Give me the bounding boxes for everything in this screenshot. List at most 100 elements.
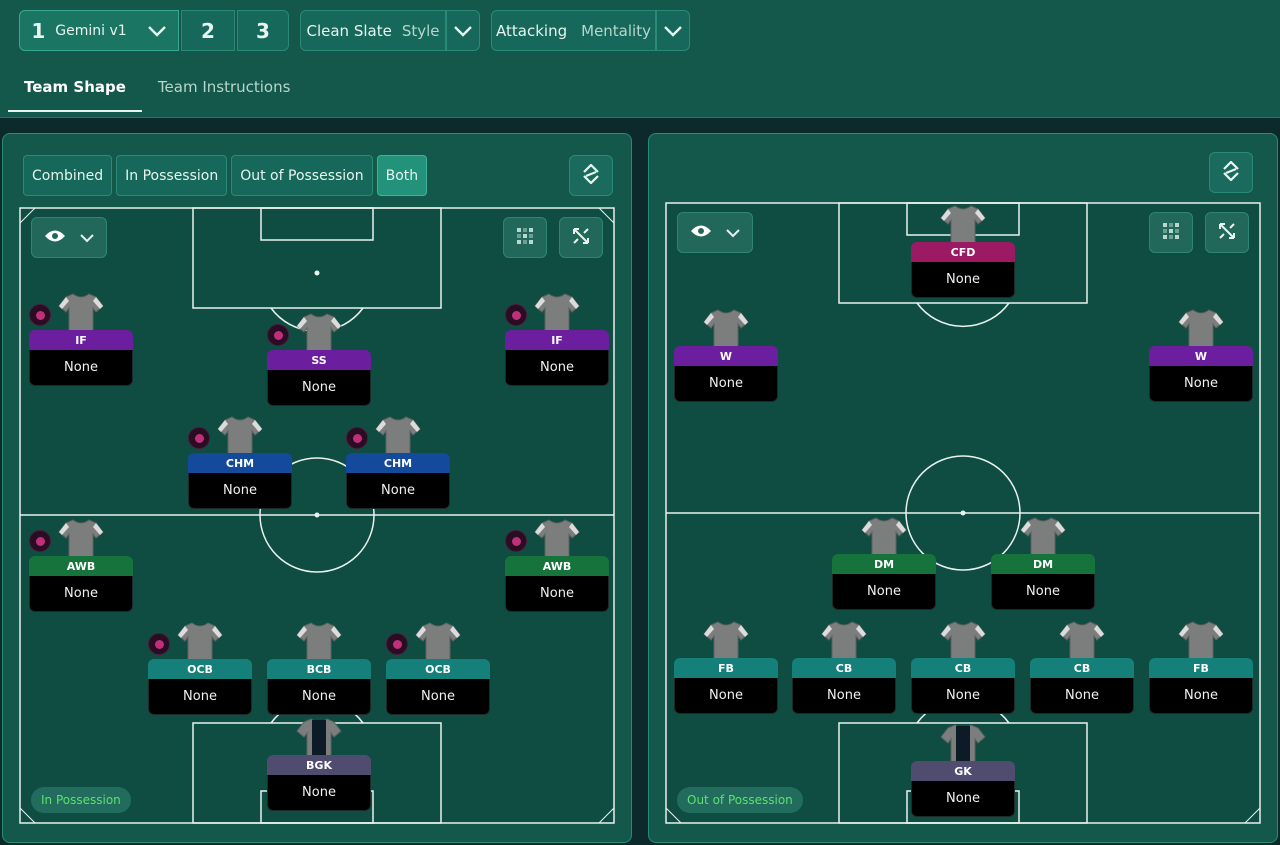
tactics-tabs: Team Shape Team Instructions bbox=[8, 62, 306, 112]
player-name: None bbox=[148, 679, 252, 715]
tactic-slots: 1 Gemini v1 2 3 bbox=[19, 10, 289, 51]
visibility-dropdown[interactable] bbox=[677, 212, 753, 253]
role-tag: AWB bbox=[29, 556, 133, 576]
player-slot[interactable]: W None bbox=[674, 308, 778, 407]
mentality-select[interactable]: Attacking Mentality bbox=[491, 10, 656, 51]
player-slot[interactable]: BCB None bbox=[267, 621, 371, 720]
player-slot[interactable]: FB None bbox=[1149, 620, 1253, 719]
player-name: None bbox=[911, 781, 1015, 817]
player-name: None bbox=[505, 576, 609, 612]
player-name: None bbox=[911, 678, 1015, 714]
role-tag: BGK bbox=[267, 755, 371, 775]
player-slot[interactable]: DM None bbox=[832, 516, 936, 615]
out-of-possession-panel: CFD None W None W None DM None DM None F… bbox=[648, 133, 1278, 843]
grid-icon bbox=[1162, 222, 1180, 244]
mode-label: Out of Possession bbox=[677, 787, 803, 813]
tactic-slot-1-name: Gemini v1 bbox=[55, 22, 127, 39]
player-name: None bbox=[792, 678, 896, 714]
shirt-icon bbox=[940, 620, 986, 660]
player-name: None bbox=[505, 350, 609, 386]
player-slot[interactable]: OCB None bbox=[386, 621, 490, 720]
player-slot[interactable]: FB None bbox=[674, 620, 778, 719]
role-tag: AWB bbox=[505, 556, 609, 576]
player-slot[interactable]: GK None bbox=[911, 723, 1015, 822]
shirt-icon bbox=[861, 516, 907, 556]
swap-icon bbox=[1221, 159, 1241, 185]
player-slot[interactable]: CHM None bbox=[346, 415, 450, 514]
shirt-icon bbox=[1178, 620, 1224, 660]
player-name: None bbox=[991, 574, 1095, 610]
player-slot[interactable]: OCB None bbox=[148, 621, 252, 720]
mode-label: In Possession bbox=[31, 787, 131, 813]
player-name: None bbox=[29, 350, 133, 386]
style-select[interactable]: Clean Slate Style bbox=[300, 10, 446, 51]
view-both-button[interactable]: Both bbox=[376, 155, 428, 196]
tactic-slot-1[interactable]: 1 Gemini v1 bbox=[19, 10, 179, 51]
mentality-chevron-button[interactable] bbox=[656, 10, 690, 51]
role-tag: CHM bbox=[188, 453, 292, 473]
player-slot[interactable]: CB None bbox=[792, 620, 896, 719]
player-name: None bbox=[1149, 678, 1253, 714]
player-badge-icon bbox=[188, 427, 210, 449]
style-value: Clean Slate bbox=[306, 21, 392, 40]
style-dropdown[interactable]: Clean Slate Style bbox=[300, 10, 480, 51]
grid-view-button[interactable] bbox=[503, 217, 547, 258]
player-name: None bbox=[267, 370, 371, 406]
role-tag: DM bbox=[991, 554, 1095, 574]
visibility-dropdown[interactable] bbox=[31, 217, 107, 258]
player-slot[interactable]: CHM None bbox=[188, 415, 292, 514]
shirt-icon bbox=[415, 621, 461, 661]
expand-button[interactable] bbox=[1205, 212, 1249, 253]
player-name: None bbox=[29, 576, 133, 612]
player-slot[interactable]: BGK None bbox=[267, 717, 371, 816]
shirt-icon bbox=[534, 518, 580, 558]
shirt-icon bbox=[703, 308, 749, 348]
mentality-dropdown[interactable]: Attacking Mentality bbox=[491, 10, 690, 51]
tactic-slot-3[interactable]: 3 bbox=[237, 10, 289, 51]
pitch-out-of-possession: CFD None W None W None DM None DM None F… bbox=[665, 202, 1261, 824]
tactic-slot-2[interactable]: 2 bbox=[181, 10, 235, 51]
eye-icon bbox=[44, 228, 66, 247]
view-out-of-possession-button[interactable]: Out of Possession bbox=[231, 155, 373, 196]
shirt-icon bbox=[703, 620, 749, 660]
view-combined-button[interactable]: Combined bbox=[23, 155, 113, 196]
chevron-down-icon[interactable] bbox=[147, 25, 167, 37]
player-slot[interactable]: CFD None bbox=[911, 204, 1015, 303]
role-tag: FB bbox=[674, 658, 778, 678]
shirt-icon bbox=[296, 621, 342, 661]
in-possession-panel: Combined In Possession Out of Possession… bbox=[2, 133, 632, 843]
player-slot[interactable]: CB None bbox=[1030, 620, 1134, 719]
player-slot[interactable]: AWB None bbox=[29, 518, 133, 617]
view-in-possession-button[interactable]: In Possession bbox=[116, 155, 228, 196]
style-chevron-button[interactable] bbox=[446, 10, 480, 51]
tactic-slot-3-number: 3 bbox=[256, 18, 270, 43]
tab-team-instructions[interactable]: Team Instructions bbox=[142, 62, 307, 112]
player-slot[interactable]: SS None bbox=[267, 312, 371, 411]
player-slot[interactable]: W None bbox=[1149, 308, 1253, 407]
tactic-slot-2-number: 2 bbox=[201, 18, 215, 43]
grid-view-button[interactable] bbox=[1149, 212, 1193, 253]
mentality-label: Mentality bbox=[581, 21, 651, 40]
player-badge-icon bbox=[386, 633, 408, 655]
player-name: None bbox=[267, 775, 371, 811]
shirt-icon bbox=[177, 621, 223, 661]
tab-team-shape[interactable]: Team Shape bbox=[8, 62, 142, 112]
shirt-icon bbox=[821, 620, 867, 660]
player-slot[interactable]: IF None bbox=[505, 292, 609, 391]
player-slot[interactable]: CB None bbox=[911, 620, 1015, 719]
player-name: None bbox=[386, 679, 490, 715]
shirt-icon bbox=[296, 717, 342, 757]
player-slot[interactable]: AWB None bbox=[505, 518, 609, 617]
chevron-down-icon bbox=[663, 25, 683, 37]
swap-button[interactable] bbox=[1209, 152, 1253, 193]
role-tag: SS bbox=[267, 350, 371, 370]
swap-button[interactable] bbox=[569, 155, 613, 196]
player-name: None bbox=[188, 473, 292, 509]
expand-button[interactable] bbox=[559, 217, 603, 258]
role-tag: W bbox=[674, 346, 778, 366]
role-tag: CHM bbox=[346, 453, 450, 473]
player-slot[interactable]: DM None bbox=[991, 516, 1095, 615]
role-tag: FB bbox=[1149, 658, 1253, 678]
player-name: None bbox=[346, 473, 450, 509]
player-slot[interactable]: IF None bbox=[29, 292, 133, 391]
